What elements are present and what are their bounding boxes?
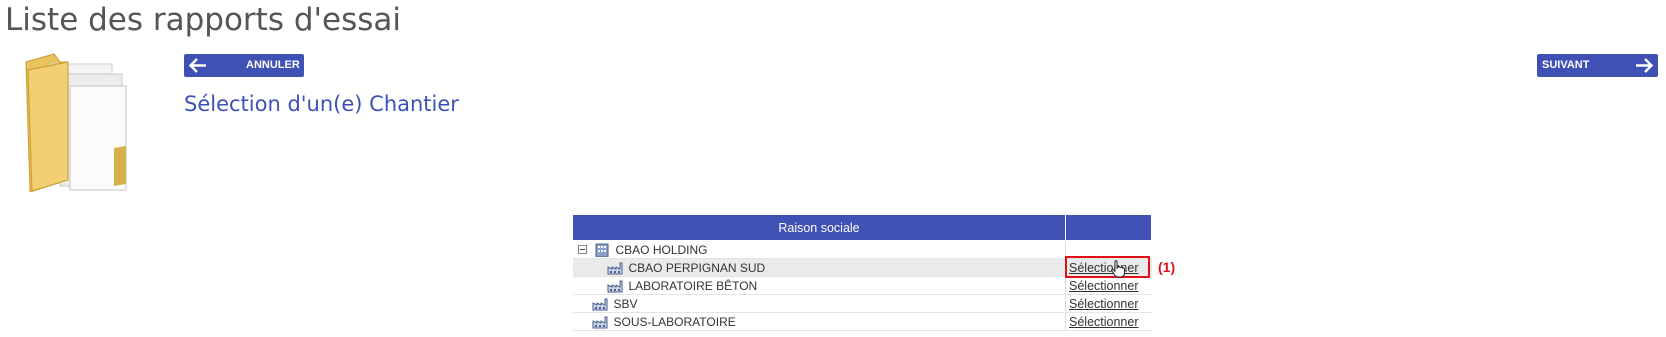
page-title: Liste des rapports d'essai: [5, 2, 402, 38]
table-row: SOUS-LABORATOIRE Sélectionner: [572, 312, 1152, 331]
column-header-action: [1065, 214, 1152, 241]
row-name: SOUS-LABORATOIRE: [613, 314, 736, 329]
cancel-button[interactable]: ANNULER: [184, 54, 304, 77]
folder-documents-icon: [20, 50, 132, 197]
row-name: LABORATOIRE BÊTON: [628, 278, 758, 293]
highlight-box: [1065, 256, 1150, 278]
section-title: Sélection d'un(e) Chantier: [184, 92, 459, 116]
row-name: SBV: [613, 296, 638, 311]
factory-icon: [607, 279, 629, 293]
collapse-toggle-icon[interactable]: [577, 245, 587, 254]
row-name: CBAO HOLDING: [615, 242, 708, 257]
arrow-left-icon: [188, 57, 208, 74]
annotation-label: (1): [1158, 259, 1176, 275]
select-link[interactable]: Sélectionner: [1069, 315, 1139, 329]
select-link[interactable]: Sélectionner: [1069, 297, 1139, 311]
factory-icon: [592, 315, 614, 329]
factory-icon: [607, 261, 629, 275]
building-icon: [594, 243, 616, 257]
select-link[interactable]: Sélectionner: [1069, 279, 1139, 293]
table-header-row: Raison sociale: [572, 214, 1152, 241]
row-name: CBAO PERPIGNAN SUD: [628, 260, 766, 275]
factory-icon: [592, 297, 614, 311]
next-button[interactable]: SUIVANT: [1537, 54, 1658, 77]
column-header-name: Raison sociale: [572, 214, 1066, 241]
next-button-label: SUIVANT: [1542, 59, 1590, 71]
table-row: LABORATOIRE BÊTON Sélectionner: [572, 276, 1152, 295]
arrow-right-icon: [1634, 57, 1654, 74]
cancel-button-label: ANNULER: [246, 59, 300, 71]
hand-cursor-icon: [1111, 260, 1125, 283]
table-row: SBV Sélectionner: [572, 294, 1152, 313]
